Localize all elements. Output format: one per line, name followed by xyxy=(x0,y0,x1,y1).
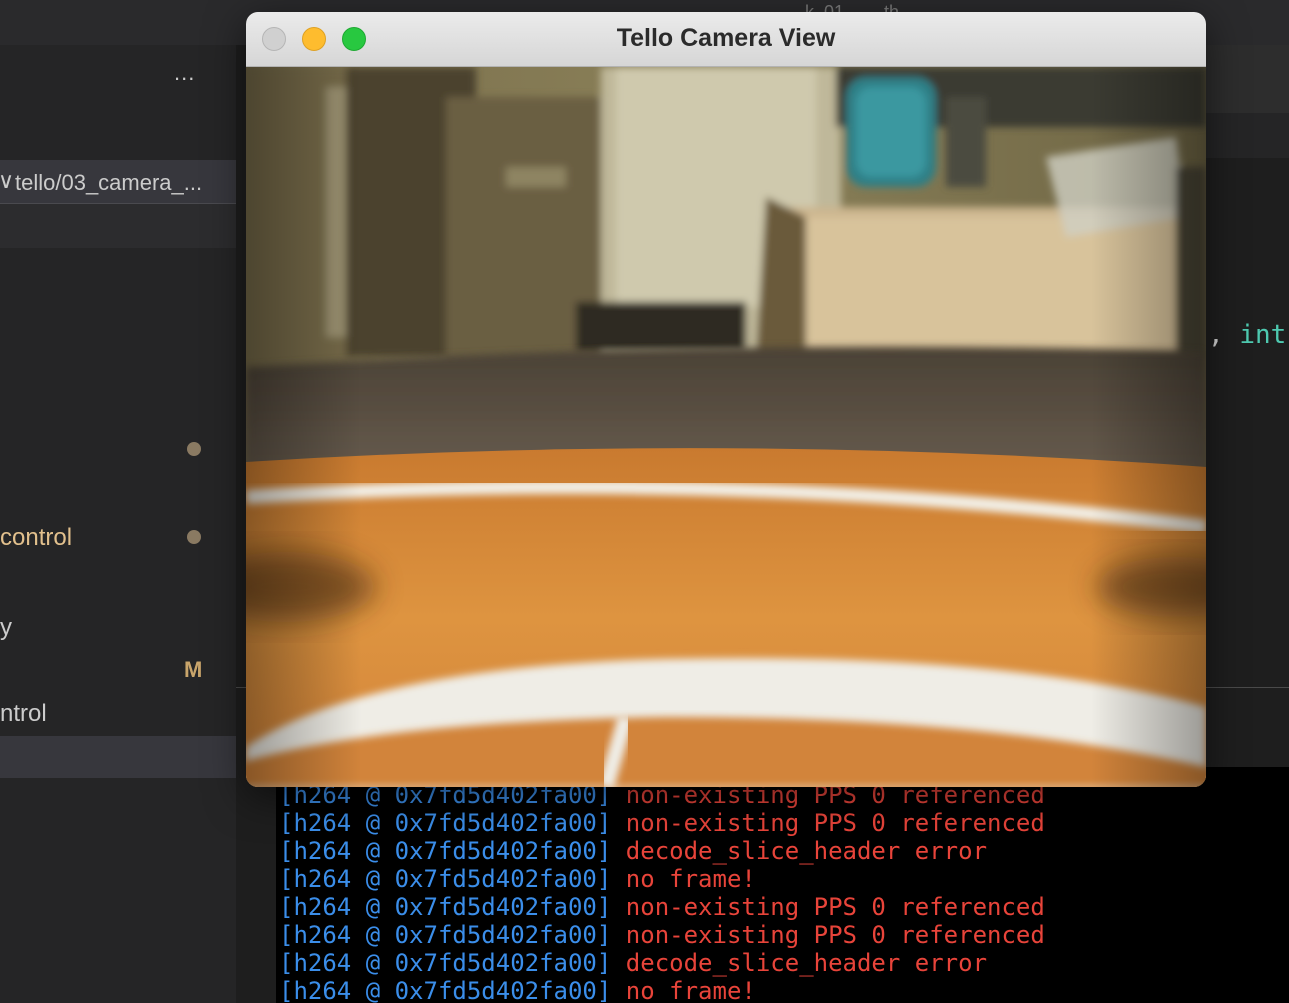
terminal-output[interactable]: [h264 @ 0x7fd5d402fa00] no frame![h264 @… xyxy=(276,767,1289,1003)
file-item-ntrol[interactable]: ntrol xyxy=(0,700,47,728)
log-message: non-existing PPS 0 referenced xyxy=(625,893,1045,921)
unsaved-dot-icon xyxy=(187,442,201,456)
log-source-tag: [h264 @ 0x7fd5d402fa00] xyxy=(279,809,612,837)
editor-breadcrumb-bar xyxy=(1205,113,1289,158)
file-item-y[interactable]: y xyxy=(0,614,12,642)
sidebar-section-header xyxy=(0,204,236,248)
terminal-line: [h264 @ 0x7fd5d402fa00] no frame! xyxy=(279,865,756,893)
modified-badge: M xyxy=(184,657,203,682)
more-actions-icon[interactable]: ... xyxy=(174,60,195,86)
log-source-tag: [h264 @ 0x7fd5d402fa00] xyxy=(279,921,612,949)
code-keyword: int xyxy=(1239,320,1287,350)
open-editor-item[interactable]: ∨ tello/03_camera_... xyxy=(0,160,236,204)
open-editor-label: tello/03_camera_... xyxy=(15,170,203,195)
camera-window: Tello Camera View xyxy=(246,12,1206,787)
terminal-line: [h264 @ 0x7fd5d402fa00] no frame! xyxy=(279,977,756,1003)
log-message: no frame! xyxy=(625,865,756,893)
log-message: non-existing PPS 0 referenced xyxy=(625,809,1045,837)
code-punctuation: , xyxy=(1208,320,1240,350)
terminal-line: [h264 @ 0x7fd5d402fa00] non-existing PPS… xyxy=(279,921,1045,949)
editor-tab-bar xyxy=(1205,45,1289,113)
window-titlebar[interactable]: Tello Camera View xyxy=(246,12,1206,67)
terminal-line: [h264 @ 0x7fd5d402fa00] decode_slice_hea… xyxy=(279,949,987,977)
chevron-down-icon[interactable]: ∨ xyxy=(0,168,14,194)
unsaved-dot-icon xyxy=(187,530,201,544)
selected-file-row[interactable] xyxy=(0,736,236,778)
file-item-control[interactable]: control xyxy=(0,524,72,552)
terminal-line: [h264 @ 0x7fd5d402fa00] non-existing PPS… xyxy=(279,809,1045,837)
code-fragment: , int xyxy=(1208,320,1286,350)
log-message: decode_slice_header error xyxy=(625,949,988,977)
terminal-line: [h264 @ 0x7fd5d402fa00] decode_slice_hea… xyxy=(279,837,987,865)
log-message: decode_slice_header error xyxy=(625,837,988,865)
log-message: no frame! xyxy=(625,977,756,1003)
log-source-tag: [h264 @ 0x7fd5d402fa00] xyxy=(279,837,612,865)
terminal-line: [h264 @ 0x7fd5d402fa00] non-existing PPS… xyxy=(279,893,1045,921)
window-title: Tello Camera View xyxy=(616,24,836,52)
camera-feed-image xyxy=(246,67,1206,787)
log-source-tag: [h264 @ 0x7fd5d402fa00] xyxy=(279,977,612,1003)
log-source-tag: [h264 @ 0x7fd5d402fa00] xyxy=(279,893,612,921)
log-source-tag: [h264 @ 0x7fd5d402fa00] xyxy=(279,865,612,893)
log-message: non-existing PPS 0 referenced xyxy=(625,921,1045,949)
log-source-tag: [h264 @ 0x7fd5d402fa00] xyxy=(279,949,612,977)
